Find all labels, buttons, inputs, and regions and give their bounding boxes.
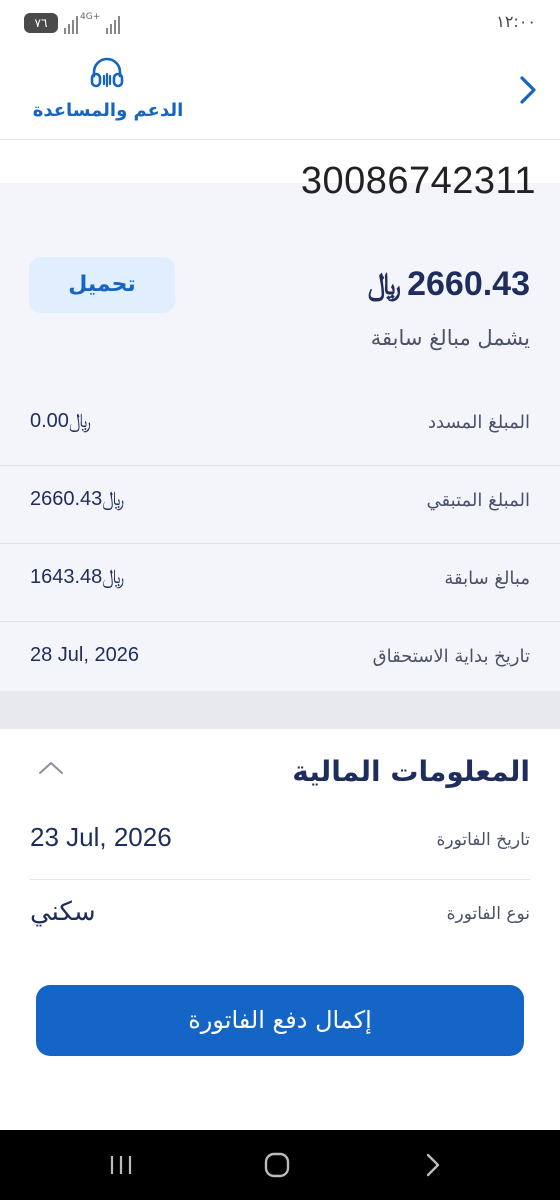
summary-row: تاريخ بداية الاستحقاق 28 Jul, 2026 [0, 622, 560, 700]
chevron-up-icon[interactable] [38, 760, 64, 776]
back-icon[interactable] [424, 1152, 442, 1178]
row-label: مبالغ سابقة [444, 568, 530, 589]
battery-indicator: ٧٦ [24, 13, 58, 33]
row-label: تاريخ بداية الاستحقاق [372, 646, 530, 667]
row-label: المبلغ المسدد [428, 412, 530, 433]
row-label: نوع الفاتورة [446, 904, 530, 924]
summary-row: المبلغ المتبقي ﷼2660.43 [0, 466, 560, 544]
complete-payment-button[interactable]: إكمال دفع الفاتورة [36, 985, 524, 1056]
status-bar: ٧٦ 4G+ ١٢:٠٠ [0, 0, 560, 48]
support-label: الدعم والمساعدة [32, 100, 184, 121]
row-label: تاريخ الفاتورة [436, 830, 530, 850]
support-button[interactable]: الدعم والمساعدة [28, 54, 188, 128]
recents-icon[interactable] [108, 1153, 134, 1177]
amount: 0.00 [30, 410, 69, 432]
header: الدعم والمساعدة [0, 48, 560, 140]
row-value: ﷼0.00 [30, 410, 91, 433]
row-value: سكني [30, 896, 96, 926]
currency-symbol: ﷼ [68, 410, 92, 432]
includes-previous-note: يشمل مبالغ سابقة [370, 326, 530, 350]
row-value: 28 Jul, 2026 [30, 644, 139, 666]
signal-icon [64, 16, 78, 34]
row-value: 23 Jul, 2026 [30, 822, 172, 852]
financial-info-title: المعلومات المالية [292, 755, 530, 788]
row-value: ﷼1643.48 [30, 566, 124, 589]
row-value: ﷼2660.43 [30, 488, 124, 511]
amount: 2660.43 [30, 488, 103, 510]
total-amount: ﷼ 2660.43 [368, 265, 530, 304]
total-amount-value: 2660.43 [407, 265, 530, 303]
signal-icon [106, 16, 120, 34]
system-nav-bar [0, 1130, 560, 1200]
row-label: المبلغ المتبقي [426, 490, 530, 511]
summary-row: المبلغ المسدد ﷼0.00 [0, 388, 560, 466]
section-divider [0, 691, 560, 729]
chevron-right-icon[interactable] [514, 70, 542, 110]
currency-symbol: ﷼ [367, 267, 402, 301]
download-button[interactable]: تحميل [29, 257, 175, 313]
headset-icon [90, 57, 124, 88]
financial-row: تاريخ الفاتورة 23 Jul, 2026 [30, 808, 530, 880]
network-type: 4G+ [80, 12, 101, 22]
clock: ١٢:٠٠ [496, 12, 536, 31]
currency-symbol: ﷼ [102, 566, 125, 588]
amount: 1643.48 [30, 566, 103, 588]
summary-row: مبالغ سابقة ﷼1643.48 [0, 544, 560, 622]
account-number: 30086742311 [300, 160, 536, 202]
financial-row: نوع الفاتورة سكني [30, 882, 530, 954]
currency-symbol: ﷼ [102, 488, 125, 510]
home-icon[interactable] [264, 1152, 290, 1178]
